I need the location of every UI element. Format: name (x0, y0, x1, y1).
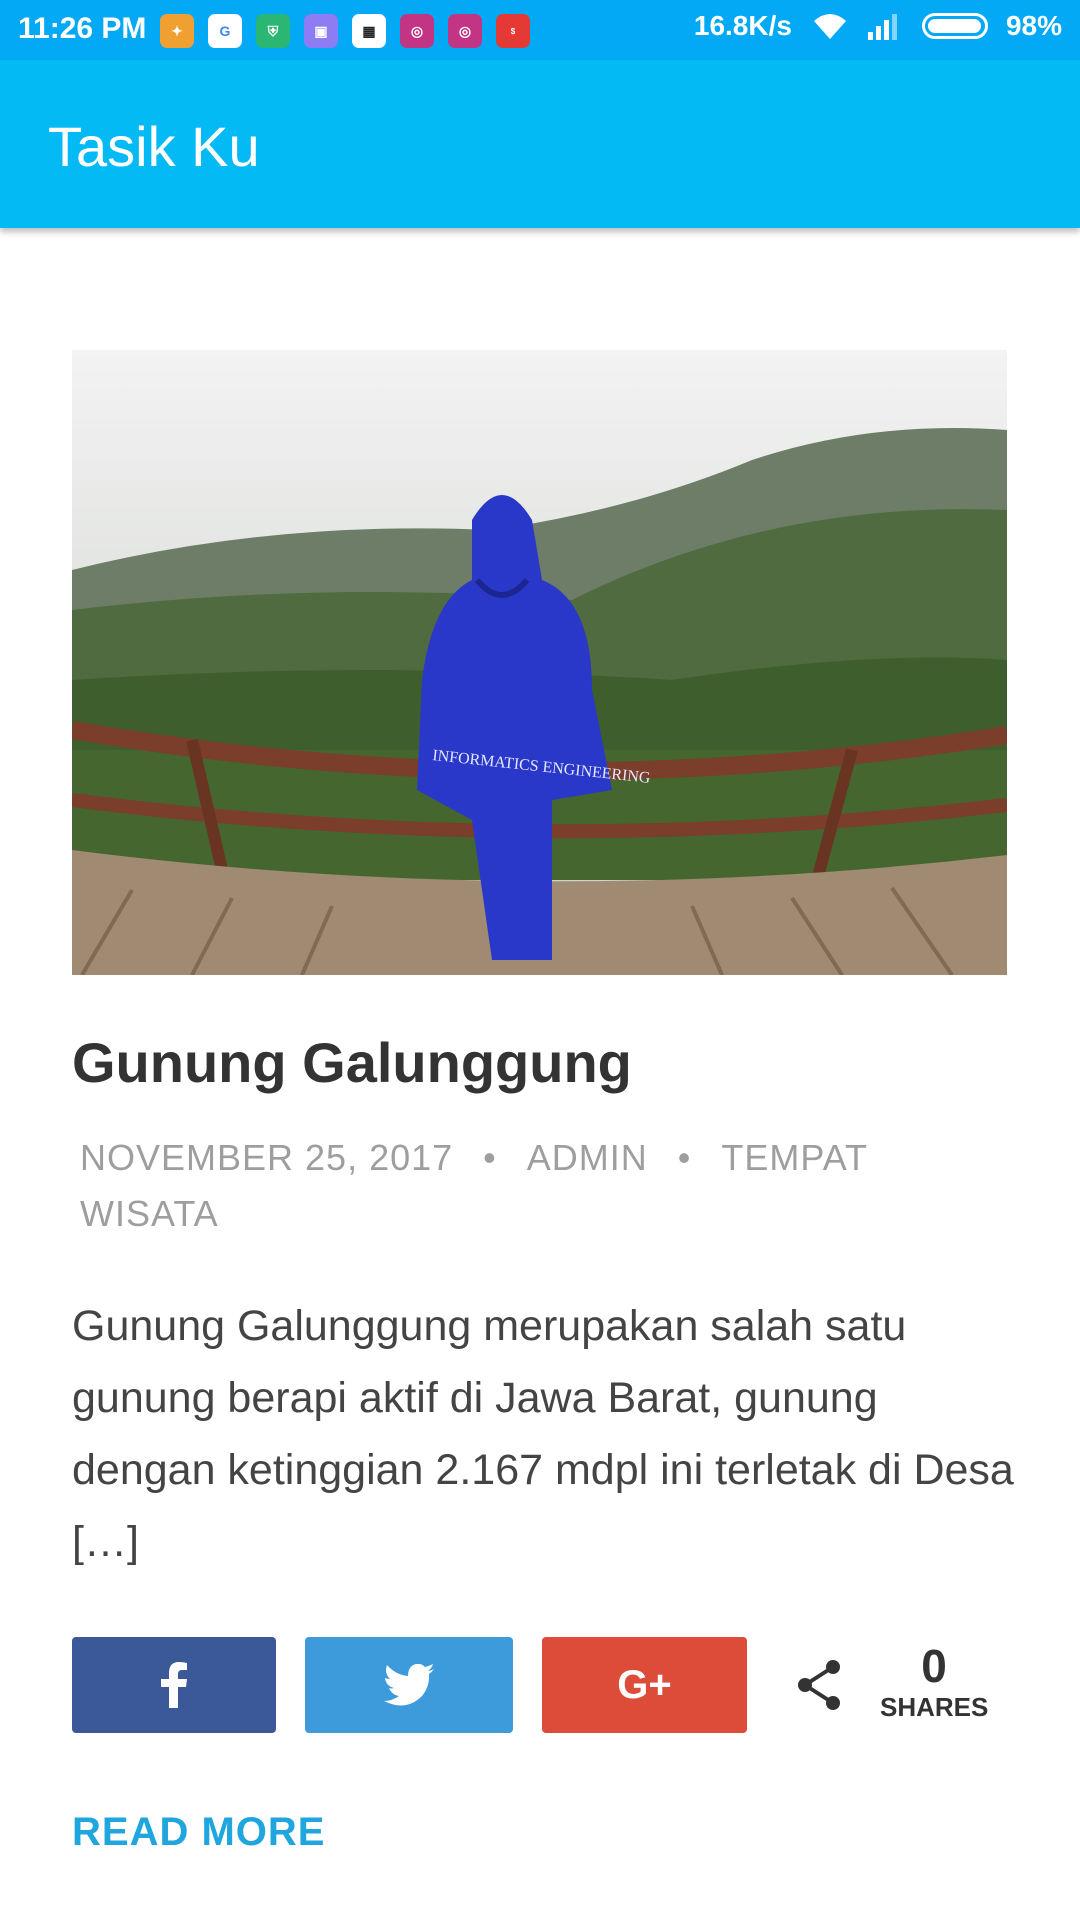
google-icon: G (208, 14, 242, 48)
status-right: 16.8K/s 98% (694, 10, 1062, 42)
status-app-icons: ✦ G ⛨ ▣ ▦ ◎ ◎ $ (160, 14, 530, 48)
post-excerpt: Gunung Galunggung merupakan salah satu g… (72, 1302, 1014, 1566)
read-more-link[interactable]: READ MORE (72, 1810, 325, 1855)
post-author[interactable]: ADMIN (527, 1137, 648, 1178)
shield-app-icon: ⛨ (256, 14, 290, 48)
share-count: 0 (921, 1640, 947, 1692)
status-time: 11:26 PM (18, 12, 147, 45)
battery-icon (921, 13, 988, 39)
money-lover-icon: $ (496, 14, 530, 48)
battery-level: 98% (1005, 10, 1062, 41)
network-speed: 16.8K/s (693, 10, 792, 41)
instagram-icon: ◎ (448, 14, 482, 48)
app-notification-icon: ✦ (160, 14, 194, 48)
bbm-icon: ▦ (352, 14, 386, 48)
meta-separator: • (677, 1137, 692, 1178)
post-meta: NOVEMBER 25, 2017 • ADMIN • TEMPAT WISATA (80, 1130, 940, 1242)
twitter-icon (384, 1664, 434, 1706)
facebook-share-button[interactable] (72, 1637, 276, 1733)
post-date[interactable]: NOVEMBER 25, 2017 (80, 1137, 453, 1178)
post-image[interactable]: INFORMATICS ENGINEERING (72, 350, 1007, 975)
status-bar: 11:26 PM ✦ G ⛨ ▣ ▦ ◎ ◎ $ 16.8K/s 98% (0, 0, 1080, 60)
twitter-share-button[interactable] (305, 1637, 513, 1733)
signal-icon (867, 14, 897, 40)
googleplus-icon: G+ (617, 1662, 672, 1707)
share-icon[interactable] (793, 1657, 845, 1713)
facebook-icon (161, 1662, 187, 1708)
meta-separator: • (483, 1137, 497, 1178)
googleplus-share-button[interactable]: G+ (542, 1637, 747, 1733)
share-count-label: SHARES (880, 1692, 989, 1722)
post-title[interactable]: Gunung Galunggung (72, 1030, 632, 1095)
app-bar: Tasik Ku (0, 60, 1080, 228)
wifi-icon (813, 14, 846, 39)
share-counter: 0 SHARES (880, 1640, 988, 1723)
mountain-photo: INFORMATICS ENGINEERING (72, 350, 1007, 975)
app-title: Tasik Ku (48, 115, 260, 178)
app-icon: ▣ (304, 14, 338, 48)
instagram-icon: ◎ (400, 14, 434, 48)
